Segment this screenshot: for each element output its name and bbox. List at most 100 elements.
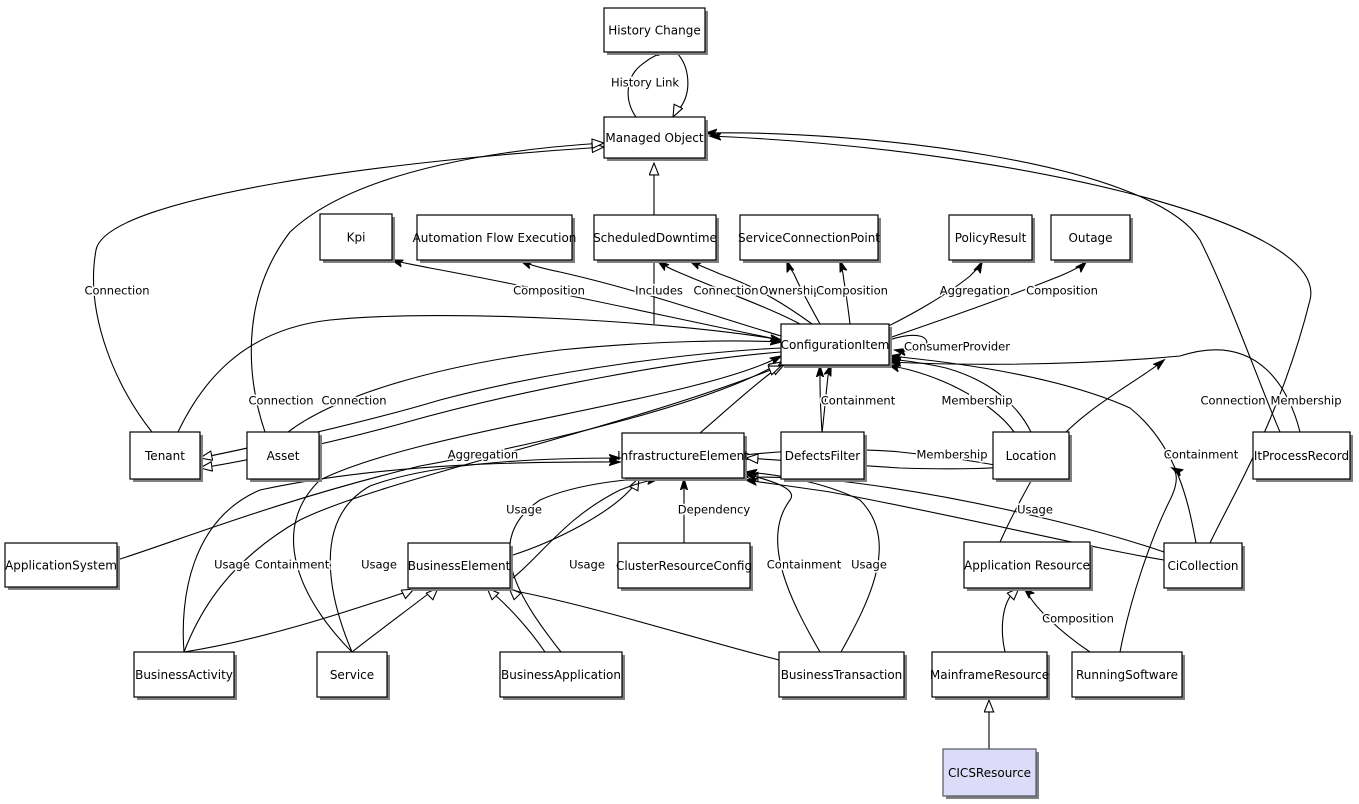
relationship-label: Usage [1017, 503, 1053, 517]
relationship-edge [287, 341, 781, 433]
relationship-label: Usage [851, 558, 887, 572]
relationship-label: Includes [635, 284, 683, 298]
relationship-edge [746, 480, 1165, 561]
relationship-label: Membership [1270, 394, 1341, 408]
class-boxes: History Change Managed Object Kpi Automatio… [4, 7, 1353, 799]
relationship-label: ConsumerProvider [904, 340, 1010, 354]
class-box-ci_collection[interactable]: CiCollection [1163, 542, 1245, 591]
relationship-label: Connection [321, 394, 386, 408]
relationship-label: Containment [1164, 448, 1239, 462]
class-box-running_software[interactable]: RunningSoftware [1071, 651, 1185, 700]
class-box-business_element[interactable]: BusinessElement [407, 542, 513, 591]
relationship-label: Aggregation [940, 284, 1010, 298]
relationship-edge [706, 133, 1281, 433]
class-box-body[interactable] [942, 748, 1037, 797]
class-box-business_application[interactable]: BusinessApplication [499, 651, 625, 700]
class-box-business_activity[interactable]: BusinessActivity [133, 651, 237, 700]
relationship-label: Containment [255, 558, 330, 572]
relationship-edge [746, 477, 1165, 553]
class-box-body[interactable] [316, 651, 388, 698]
relationship-edge [1001, 588, 1019, 653]
class-box-body[interactable] [129, 431, 201, 480]
class-box-body[interactable] [778, 651, 905, 698]
class-box-body[interactable] [603, 116, 706, 159]
class-box-body[interactable] [416, 214, 573, 261]
class-box-kpi[interactable]: Kpi [319, 213, 395, 263]
relationship-edge [888, 262, 1086, 339]
class-box-body[interactable] [499, 651, 623, 698]
class-box-automation_flow[interactable]: Automation Flow Execution [413, 214, 577, 263]
class-box-cluster_res_config[interactable]: ClusterResourceConfig [616, 542, 753, 591]
relationship-label: Aggregation [448, 448, 518, 462]
relationship-label: Composition [816, 284, 888, 298]
class-box-body[interactable] [621, 432, 745, 479]
class-box-managed_object[interactable]: Managed Object [603, 116, 708, 161]
uml-class-diagram: History Link History Link Connection Connec… [0, 0, 1359, 804]
relationship-edge [699, 365, 784, 434]
diagram-canvas: History LinkHistory LinkConnectionConnec… [4, 7, 1353, 799]
class-box-cics_resource[interactable]: CICSResource [942, 748, 1039, 799]
relationship-label: Composition [1042, 612, 1114, 626]
relationship-edge [890, 349, 1301, 433]
relationship-label: Connection [1200, 394, 1265, 408]
relationship-label: Ownership [759, 284, 820, 298]
class-box-history_change[interactable]: History Change [603, 7, 708, 55]
relationship-label: Membership [916, 448, 987, 462]
class-box-body[interactable] [992, 431, 1070, 480]
relationship-label: Composition [1026, 284, 1098, 298]
relationship-label: Containment [821, 394, 896, 408]
relationship-label: Connection [84, 284, 149, 298]
class-box-application_system[interactable]: ApplicationSystem [4, 542, 120, 590]
class-box-business_transaction[interactable]: BusinessTransaction [778, 651, 907, 700]
class-box-body[interactable] [593, 214, 717, 261]
class-box-body[interactable] [739, 214, 879, 261]
relationship-edge [183, 589, 414, 653]
class-box-body[interactable] [1071, 651, 1183, 698]
class-box-outage[interactable]: Outage [1050, 214, 1133, 263]
class-box-it_process_record[interactable]: ItProcessRecord [1252, 431, 1353, 482]
relationship-edge [487, 588, 546, 653]
class-box-body[interactable] [603, 7, 706, 53]
relationship-label: Membership [941, 394, 1012, 408]
class-box-body[interactable] [407, 542, 511, 589]
class-box-body[interactable] [780, 323, 890, 366]
class-box-defects_filter[interactable]: DefectsFilter [780, 431, 867, 482]
class-box-body[interactable] [1050, 214, 1131, 261]
class-box-body[interactable] [133, 651, 235, 698]
class-box-mainframe_resource[interactable]: MainframeResource [930, 651, 1050, 700]
relationship-label: Containment [767, 558, 842, 572]
relationship-label: Usage [506, 503, 542, 517]
relationship-label: History Link [611, 76, 679, 90]
class-box-tenant[interactable]: Tenant [129, 431, 203, 482]
relationship-label: Dependency [678, 503, 751, 517]
class-box-body[interactable] [246, 431, 320, 480]
class-box-scheduled_downtime[interactable]: ScheduledDowntime [593, 214, 719, 263]
relationship-edge [509, 588, 780, 661]
relationship-label: Usage [214, 558, 250, 572]
class-box-asset[interactable]: Asset [246, 431, 322, 482]
class-box-configuration_item[interactable]: ConfigurationItem [780, 323, 892, 368]
relationship-edge [177, 314, 781, 433]
relationship-edge [351, 588, 438, 653]
class-box-body[interactable] [963, 541, 1091, 589]
relationship-label: Usage [361, 558, 397, 572]
class-box-location[interactable]: Location [992, 431, 1072, 482]
class-box-body[interactable] [319, 213, 393, 261]
class-box-infrastructure_elem[interactable]: InfrastructureElement [617, 432, 749, 481]
relationship-label: Connection [248, 394, 313, 408]
relationship-label: Usage [569, 558, 605, 572]
class-box-body[interactable] [931, 651, 1048, 698]
class-box-body[interactable] [617, 542, 751, 589]
class-box-application_resource[interactable]: Application Resource [963, 541, 1093, 591]
relationship-label: Composition [513, 284, 585, 298]
class-box-policy_result[interactable]: PolicyResult [948, 214, 1035, 263]
class-box-body[interactable] [1163, 542, 1243, 589]
relationship-edge [392, 260, 782, 341]
class-box-service_conn_point[interactable]: ServiceConnectionPoint [738, 214, 881, 263]
class-box-body[interactable] [948, 214, 1033, 261]
relationship-label: Connection [693, 284, 758, 298]
class-box-body[interactable] [1252, 431, 1351, 480]
class-box-body[interactable] [780, 431, 865, 480]
class-box-service[interactable]: Service [316, 651, 390, 700]
class-box-body[interactable] [4, 542, 118, 588]
